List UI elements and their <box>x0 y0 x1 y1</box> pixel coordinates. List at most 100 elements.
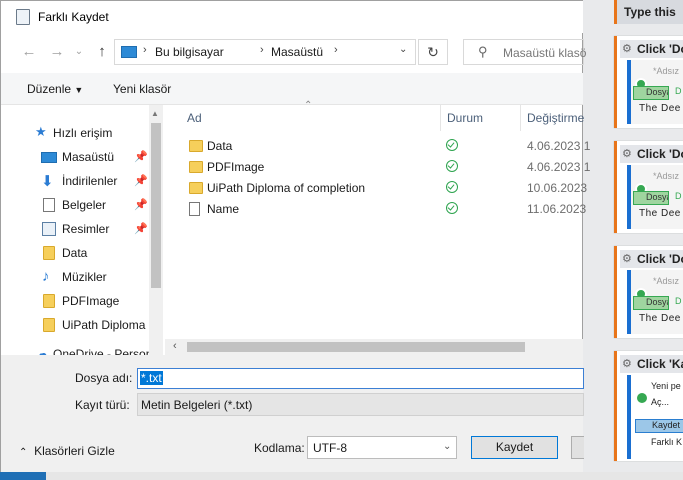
save-button[interactable]: Kaydet <box>471 436 558 459</box>
sidebar-item-quick-access[interactable]: ★ Hızlı erişim <box>1 121 149 145</box>
sidebar-item-uipath-diploma[interactable]: UiPath Diploma <box>1 313 149 337</box>
sidebar-item-desktop[interactable]: Masaüstü 📌 <box>1 145 149 169</box>
menu-text: Yeni pe <box>651 381 681 391</box>
folder-icon <box>189 182 203 194</box>
file-date: 4.06.2023 1 <box>527 139 591 153</box>
search-icon: ⚲ <box>478 44 488 59</box>
file-row[interactable]: UiPath Diploma of completion 10.06.2023 <box>165 178 587 199</box>
chevron-down-icon: ⌄ <box>443 441 452 452</box>
star-icon: ★ <box>35 124 47 139</box>
click-activity-card[interactable]: ⚙ Click 'Do *Adsız Dosya D The Dee <box>614 36 683 128</box>
refresh-button[interactable]: ↻ <box>418 39 448 65</box>
title-bar[interactable]: Farklı Kaydet <box>1 1 583 33</box>
thumb-text: The Dee <box>639 103 681 114</box>
selected-target: Dosya <box>633 191 669 205</box>
activity-title: Type this <box>624 5 676 19</box>
menu-text: Aç... <box>651 397 670 407</box>
column-header: Ad Durum Değiştirme <box>165 105 584 131</box>
file-row[interactable]: PDFImage 4.06.2023 1 <box>165 157 590 178</box>
file-date: 4.06.2023 1 <box>527 160 591 174</box>
new-folder-button[interactable]: Yeni klasör <box>113 82 171 96</box>
save-as-dialog: Farklı Kaydet ← → ⌄ ↑ › Bu bilgisayar › … <box>0 0 590 473</box>
column-divider[interactable] <box>520 105 521 131</box>
click-activity-card[interactable]: ⚙ Click 'Do *Adsız Dosya D The Dee <box>614 246 683 338</box>
documents-icon <box>43 198 55 212</box>
sidebar-item-documents[interactable]: Belgeler 📌 <box>1 193 149 217</box>
search-placeholder: Masaüstü klasö <box>503 46 587 60</box>
thumb-text: The Dee <box>639 313 681 324</box>
sync-ok-icon <box>446 160 458 172</box>
search-input[interactable]: ⚲ Masaüstü klasö <box>463 39 587 65</box>
sidebar-item-downloads[interactable]: ⬇ İndirilenler 📌 <box>1 169 149 193</box>
scroll-left-icon[interactable]: ‹ <box>173 340 177 352</box>
filetype-select[interactable]: Metin Belgeleri (*.txt) <box>137 393 584 416</box>
navigation-pane: ★ Hızlı erişim Masaüstü 📌 ⬇ İndirilenler… <box>1 105 163 355</box>
download-icon: ⬇ <box>41 173 54 190</box>
music-icon: ♪ <box>42 268 50 285</box>
folder-icon <box>43 318 55 332</box>
encoding-select[interactable]: UTF-8 ⌄ <box>307 436 457 459</box>
file-date: 10.06.2023 <box>527 181 588 195</box>
thumb-text: The Dee <box>639 208 681 219</box>
up-arrow-icon[interactable]: ↑ <box>94 44 110 60</box>
chevron-right-icon[interactable]: › <box>334 44 338 56</box>
notepad-icon <box>16 9 30 25</box>
thumb-text: D <box>675 191 682 201</box>
thumb-text: *Adsız <box>653 171 680 181</box>
sidebar-item-pictures[interactable]: Resimler 📌 <box>1 217 149 241</box>
chevron-down-icon[interactable]: ⌄ <box>399 44 407 55</box>
thumb-text: *Adsız <box>653 66 680 76</box>
sidebar-item-onedrive[interactable]: ☁ OneDrive - Person <box>1 345 152 355</box>
scroll-up-icon[interactable]: ▲ <box>151 109 159 118</box>
sync-ok-icon <box>446 181 458 193</box>
click-activity-card[interactable]: ⚙ Click 'Do *Adsız Dosya D The Dee <box>614 141 683 233</box>
chevron-right-icon[interactable]: › <box>143 44 147 56</box>
target-icon <box>635 391 649 405</box>
back-arrow-icon[interactable]: ← <box>21 44 37 60</box>
sync-ok-icon <box>446 139 458 151</box>
forward-arrow-icon[interactable]: → <box>49 44 65 60</box>
filename-label: Dosya adı: <box>75 371 133 385</box>
sidebar-item-music[interactable]: ♪ Müzikler <box>1 265 149 289</box>
file-row[interactable]: Name 11.06.2023 <box>165 199 587 220</box>
sidebar-item-data[interactable]: Data <box>1 241 149 265</box>
file-name: Data <box>207 139 233 153</box>
column-name[interactable]: Ad <box>187 111 202 125</box>
organize-button[interactable]: Düzenle ▼ <box>27 82 83 96</box>
click-activity-card[interactable]: ⚙ Click 'Ka Yeni pe Aç... Kaydet Farklı K <box>614 351 683 461</box>
pin-icon[interactable]: 📌 <box>134 174 148 187</box>
pin-icon[interactable]: 📌 <box>134 222 148 235</box>
selected-target: Dosya <box>633 86 669 100</box>
breadcrumb-this-pc[interactable]: Bu bilgisayar <box>155 45 224 59</box>
address-bar[interactable]: › Bu bilgisayar › Masaüstü › ⌄ <box>114 39 416 65</box>
cancel-button[interactable] <box>571 436 584 459</box>
command-bar: Düzenle ▼ Yeni klasör <box>1 73 583 105</box>
filename-value: *.txt <box>140 371 163 385</box>
column-status[interactable]: Durum <box>447 111 483 125</box>
taskbar-edge <box>0 472 683 480</box>
click-icon: ⚙ <box>622 358 632 370</box>
activity-title: Click 'Ka <box>637 357 683 371</box>
pin-icon[interactable]: 📌 <box>134 150 148 163</box>
filename-input[interactable]: *.txt <box>137 368 584 389</box>
column-date-modified[interactable]: Değiştirme <box>527 111 584 125</box>
chevron-down-icon: ▼ <box>74 85 84 95</box>
taskbar-start[interactable] <box>0 472 46 480</box>
activity-screenshot: *Adsız Dosya D The Dee <box>627 60 683 124</box>
pin-icon[interactable]: 📌 <box>134 198 148 211</box>
scrollbar-thumb[interactable] <box>151 123 161 288</box>
file-date: 11.06.2023 <box>527 202 587 216</box>
hide-folders-button[interactable]: ⌃ Klasörleri Gizle <box>19 444 115 458</box>
column-divider[interactable] <box>440 105 441 131</box>
activity-screenshot: *Adsız Dosya D The Dee <box>627 165 683 229</box>
breadcrumb-desktop[interactable]: Masaüstü <box>271 45 323 59</box>
file-name: PDFImage <box>207 160 265 174</box>
dialog-title: Farklı Kaydet <box>38 10 109 24</box>
type-into-activity[interactable]: Type this <box>614 0 683 24</box>
file-row[interactable]: Data 4.06.2023 1 <box>165 136 590 157</box>
recent-chevron-icon[interactable]: ⌄ <box>71 44 87 60</box>
chevron-up-icon: ⌃ <box>19 447 28 458</box>
scrollbar-thumb[interactable] <box>187 342 525 352</box>
chevron-right-icon[interactable]: › <box>260 44 264 56</box>
sidebar-item-pdfimage[interactable]: PDFImage <box>1 289 149 313</box>
